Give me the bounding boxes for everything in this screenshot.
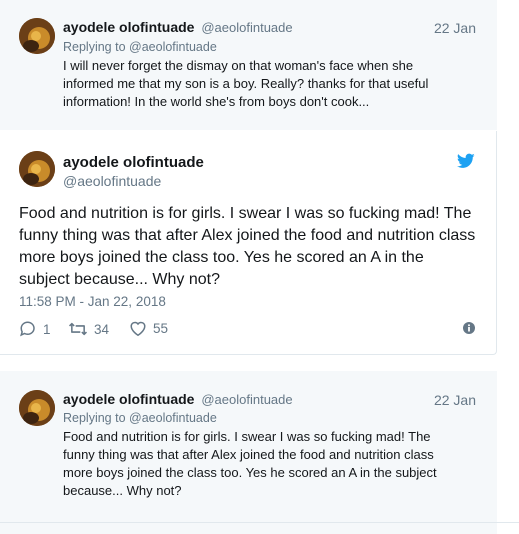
- tweet-text-line: information! In the world she's from boy…: [63, 94, 370, 109]
- avatar[interactable]: [19, 151, 55, 187]
- reply-tweet-2[interactable]: ayodele olofintuade @aeolofintuade 22 Ja…: [0, 371, 497, 534]
- avatar[interactable]: [19, 18, 55, 54]
- tweet-text-line: funny thing was that after Alex joined t…: [19, 227, 476, 244]
- tweet-text-line: more boys joined the class too. Yes he s…: [19, 249, 424, 266]
- replying-to: Replying to @aeolofintuade: [63, 40, 217, 54]
- retweet-icon: [68, 320, 88, 338]
- display-name[interactable]: ayodele olofintuade: [63, 154, 204, 171]
- replying-to: Replying to @aeolofintuade: [63, 411, 217, 425]
- user-handle[interactable]: @aeolofintuade: [63, 173, 161, 189]
- heart-icon: [129, 320, 147, 337]
- tweet-text-line: more boys joined the class too. Yes he s…: [63, 465, 437, 480]
- tweet-text-line: subject because... Why not?: [19, 271, 220, 288]
- tweet-text: Food and nutrition is for girls. I swear…: [19, 203, 484, 291]
- tweet-text-line: I will never forget the dismay on that w…: [63, 58, 414, 73]
- divider: [0, 522, 519, 523]
- like-button[interactable]: 55: [129, 320, 168, 337]
- user-handle[interactable]: @aeolofintuade: [201, 392, 292, 407]
- replying-to-prefix: Replying to: [63, 40, 126, 54]
- tweet-text-line: Food and nutrition is for girls. I swear…: [63, 429, 431, 444]
- reply-button[interactable]: 1: [19, 320, 51, 338]
- tweet-text-line: because... Why not?: [63, 483, 182, 498]
- retweet-count: 34: [94, 321, 110, 337]
- reply-tweet-1[interactable]: ayodele olofintuade @aeolofintuade 22 Ja…: [0, 0, 497, 130]
- like-count: 55: [153, 321, 169, 336]
- main-tweet: ayodele olofintuade @aeolofintuade Food …: [0, 131, 497, 355]
- tweet-header: ayodele olofintuade @aeolofintuade: [63, 391, 293, 407]
- replying-to-handle-link[interactable]: @aeolofintuade: [129, 411, 217, 425]
- tweet-thread: ayodele olofintuade @aeolofintuade 22 Ja…: [0, 0, 519, 534]
- display-name[interactable]: ayodele olofintuade: [63, 391, 194, 407]
- user-handle[interactable]: @aeolofintuade: [201, 20, 292, 35]
- tweet-text-line: funny thing was that after Alex joined t…: [63, 447, 434, 462]
- replying-to-prefix: Replying to: [63, 411, 126, 425]
- tweet-text: I will never forget the dismay on that w…: [63, 57, 483, 111]
- reply-icon: [19, 320, 37, 338]
- tweet-header: ayodele olofintuade @aeolofintuade: [63, 19, 293, 35]
- twitter-bird-icon[interactable]: [456, 153, 475, 169]
- avatar[interactable]: [19, 390, 55, 426]
- tweet-text: Food and nutrition is for girls. I swear…: [63, 428, 483, 500]
- display-name[interactable]: ayodele olofintuade: [63, 19, 194, 35]
- tweet-timestamp[interactable]: 11:58 PM - Jan 22, 2018: [19, 294, 166, 309]
- tweet-date[interactable]: 22 Jan: [434, 392, 476, 408]
- tweet-text-line: informed me that my son is a boy. Really…: [63, 76, 429, 91]
- tweet-text-line: Food and nutrition is for girls. I swear…: [19, 205, 472, 222]
- tweet-date[interactable]: 22 Jan: [434, 20, 476, 36]
- reply-count: 1: [43, 321, 51, 337]
- info-icon[interactable]: [463, 321, 475, 339]
- tweet-actions: 1 34 55: [19, 320, 479, 340]
- retweet-button[interactable]: 34: [68, 320, 109, 338]
- replying-to-handle-link[interactable]: @aeolofintuade: [129, 40, 217, 54]
